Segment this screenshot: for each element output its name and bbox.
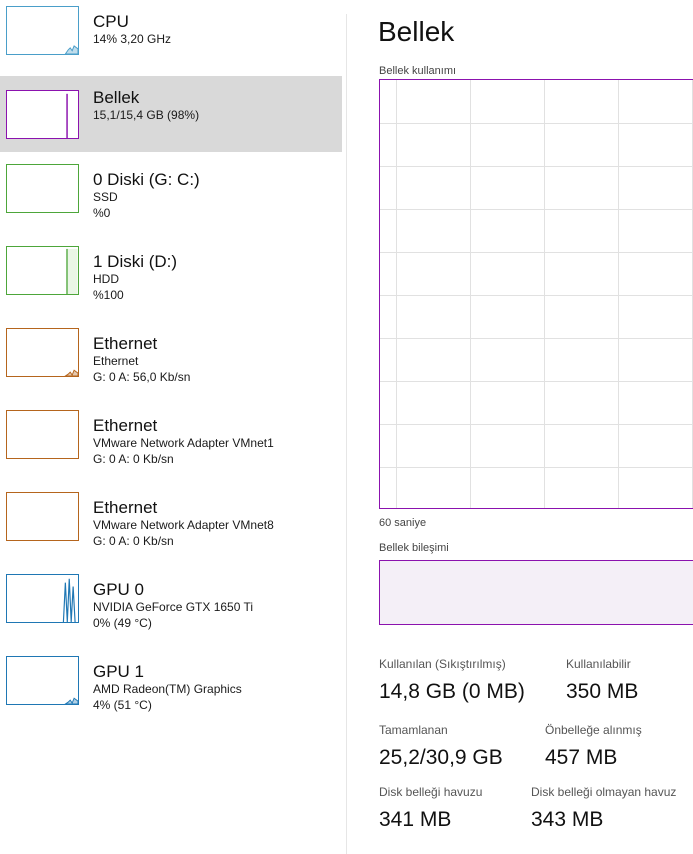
sidebar-item-bellek-1[interactable]: Bellek 15,1/15,4 GB (98%) bbox=[0, 76, 342, 152]
stat-value-committed: 25,2/30,9 GB bbox=[379, 746, 503, 769]
sidebar-item-detail: 15,1/15,4 GB (98%) bbox=[93, 108, 200, 122]
graph-grid-line bbox=[380, 209, 693, 210]
sidebar-item-0-diski-g-c-2[interactable]: 0 Diski (G: C:) SSD %0 bbox=[0, 158, 342, 234]
sidebar-item-cpu-0[interactable]: CPU 14% 3,20 GHz bbox=[0, 0, 342, 76]
sidebar-item-ethernet-6[interactable]: Ethernet VMware Network Adapter VMnet8 G: … bbox=[0, 486, 342, 562]
stat-value-available: 350 MB bbox=[566, 680, 639, 703]
sidebar-item-text: 1 Diski (D:) HDD %100 bbox=[93, 252, 177, 303]
sidebar-item-text: Bellek 15,1/15,4 GB (98%) bbox=[93, 88, 199, 123]
stat-value-paged-pool: 341 MB bbox=[379, 808, 452, 831]
sidebar-item-ethernet-4[interactable]: Ethernet Ethernet G: 0 A: 56,0 Kb/sn bbox=[0, 322, 342, 398]
sidebar-item-name: Ethernet bbox=[93, 416, 158, 435]
graph-grid-line bbox=[380, 252, 693, 253]
sidebar-item-detail: %0 bbox=[93, 206, 111, 220]
graph-grid-line bbox=[380, 338, 693, 339]
graph-grid-line bbox=[380, 166, 693, 167]
sparkline-icon bbox=[66, 93, 68, 138]
sidebar-item-detail: G: 0 A: 0 Kb/sn bbox=[93, 534, 174, 548]
sparkline-thumbnail bbox=[6, 492, 79, 541]
sidebar-item-name: Ethernet bbox=[93, 498, 158, 517]
sidebar-item-gpu-1-8[interactable]: GPU 1 AMD Radeon(TM) Graphics 4% (51 °C) bbox=[0, 650, 342, 726]
graph-grid-line bbox=[380, 424, 693, 425]
sidebar-item-detail: AMD Radeon(TM) Graphics bbox=[93, 682, 242, 696]
stat-label-available: Kullanılabilir bbox=[566, 657, 631, 671]
sidebar-item-name: GPU 1 bbox=[93, 662, 145, 681]
memory-detail-pane: Bellek Bellek kullanımı 60 saniye Bellek… bbox=[347, 0, 693, 854]
sidebar-item-detail: %100 bbox=[93, 288, 124, 302]
sidebar-item-gpu-0-7[interactable]: GPU 0 NVIDIA GeForce GTX 1650 Ti 0% (49 °C… bbox=[0, 568, 342, 644]
graph-grid-line bbox=[618, 80, 619, 508]
sidebar-item-name: GPU 0 bbox=[93, 580, 145, 599]
graph-grid-line bbox=[380, 295, 693, 296]
sidebar-item-name: CPU bbox=[93, 12, 129, 31]
graph-grid-line bbox=[544, 80, 545, 508]
sidebar-item-detail: Ethernet bbox=[93, 354, 139, 368]
stat-label-paged-pool: Disk belleği havuzu bbox=[379, 785, 483, 799]
sparkline-thumbnail bbox=[6, 164, 79, 213]
stat-value-cached: 457 MB bbox=[545, 746, 618, 769]
stat-label-nonpaged-pool: Disk belleği olmayan havuz bbox=[531, 785, 677, 799]
sparkline-thumbnail bbox=[6, 410, 79, 459]
sidebar-item-detail: G: 0 A: 0 Kb/sn bbox=[93, 452, 174, 466]
sidebar-item-detail: NVIDIA GeForce GTX 1650 Ti bbox=[93, 600, 254, 614]
sidebar-item-text: 0 Diski (G: C:) SSD %0 bbox=[93, 170, 200, 221]
sidebar-item-1-diski-d-3[interactable]: 1 Diski (D:) HDD %100 bbox=[0, 240, 342, 316]
stat-value-in-use: 14,8 GB (0 MB) bbox=[379, 680, 525, 703]
sidebar-item-detail: HDD bbox=[93, 272, 119, 286]
sidebar-item-ethernet-5[interactable]: Ethernet VMware Network Adapter VMnet1 G: … bbox=[0, 404, 342, 480]
sidebar-item-text: Ethernet VMware Network Adapter VMnet1 G: … bbox=[93, 416, 274, 467]
sparkline-icon bbox=[7, 493, 78, 540]
sidebar-item-detail: G: 0 A: 56,0 Kb/sn bbox=[93, 370, 191, 384]
sidebar-item-detail: VMware Network Adapter VMnet1 bbox=[93, 436, 274, 450]
sparkline-thumbnail bbox=[6, 90, 79, 139]
sidebar-item-detail: SSD bbox=[93, 190, 118, 204]
stat-label-cached: Önbelleğe alınmış bbox=[545, 723, 642, 737]
sidebar-item-text: GPU 1 AMD Radeon(TM) Graphics 4% (51 °C) bbox=[93, 662, 242, 713]
stat-value-nonpaged-pool: 343 MB bbox=[531, 808, 604, 831]
sidebar-item-name: 0 Diski (G: C:) bbox=[93, 170, 200, 189]
sidebar-item-text: GPU 0 NVIDIA GeForce GTX 1650 Ti 0% (49 °C… bbox=[93, 580, 253, 631]
sidebar-item-detail: VMware Network Adapter VMnet8 bbox=[93, 518, 274, 532]
composition-label: Bellek bileşimi bbox=[379, 542, 449, 554]
graph-grid-line bbox=[380, 381, 693, 382]
usage-graph-label: Bellek kullanımı bbox=[379, 65, 457, 77]
sparkline-icon bbox=[7, 165, 78, 212]
performance-sidebar: CPU 14% 3,20 GHz Bellek 15,1/15,4 GB (98%) 0… bbox=[0, 0, 343, 854]
sparkline-icon bbox=[64, 45, 78, 54]
sidebar-item-name: Bellek bbox=[93, 88, 140, 107]
page-title: Bellek bbox=[378, 16, 455, 47]
sidebar-item-detail: 4% (51 °C) bbox=[93, 698, 152, 712]
time-axis-label: 60 saniye bbox=[379, 517, 427, 529]
sidebar-item-detail: 0% (49 °C) bbox=[93, 616, 152, 630]
sparkline-thumbnail bbox=[6, 328, 79, 377]
sidebar-item-text: Ethernet VMware Network Adapter VMnet8 G: … bbox=[93, 498, 274, 549]
sidebar-item-text: Ethernet Ethernet G: 0 A: 56,0 Kb/sn bbox=[93, 334, 190, 385]
stat-label-in-use: Kullanılan (Sıkıştırılmış) bbox=[379, 657, 506, 671]
sparkline-icon bbox=[66, 248, 78, 294]
sidebar-item-text: CPU 14% 3,20 GHz bbox=[93, 12, 171, 47]
stat-label-committed: Tamamlanan bbox=[379, 723, 448, 737]
sidebar-item-detail: 14% 3,20 GHz bbox=[93, 32, 172, 46]
sparkline-icon bbox=[7, 411, 78, 458]
sparkline-thumbnail bbox=[6, 656, 79, 705]
sparkline-icon bbox=[64, 697, 78, 704]
memory-usage-graph bbox=[379, 79, 693, 509]
sidebar-item-name: 1 Diski (D:) bbox=[93, 252, 178, 271]
sparkline-thumbnail bbox=[6, 6, 79, 55]
sparkline-icon bbox=[62, 578, 76, 622]
graph-grid-line bbox=[380, 467, 693, 468]
sparkline-thumbnail bbox=[6, 246, 79, 295]
sparkline-thumbnail bbox=[6, 574, 79, 623]
graph-grid-line bbox=[380, 123, 693, 124]
graph-grid-line bbox=[470, 80, 471, 508]
memory-composition-bar bbox=[379, 560, 693, 625]
graph-grid-line bbox=[396, 80, 397, 508]
sidebar-item-name: Ethernet bbox=[93, 334, 158, 353]
sparkline-icon bbox=[64, 369, 78, 376]
